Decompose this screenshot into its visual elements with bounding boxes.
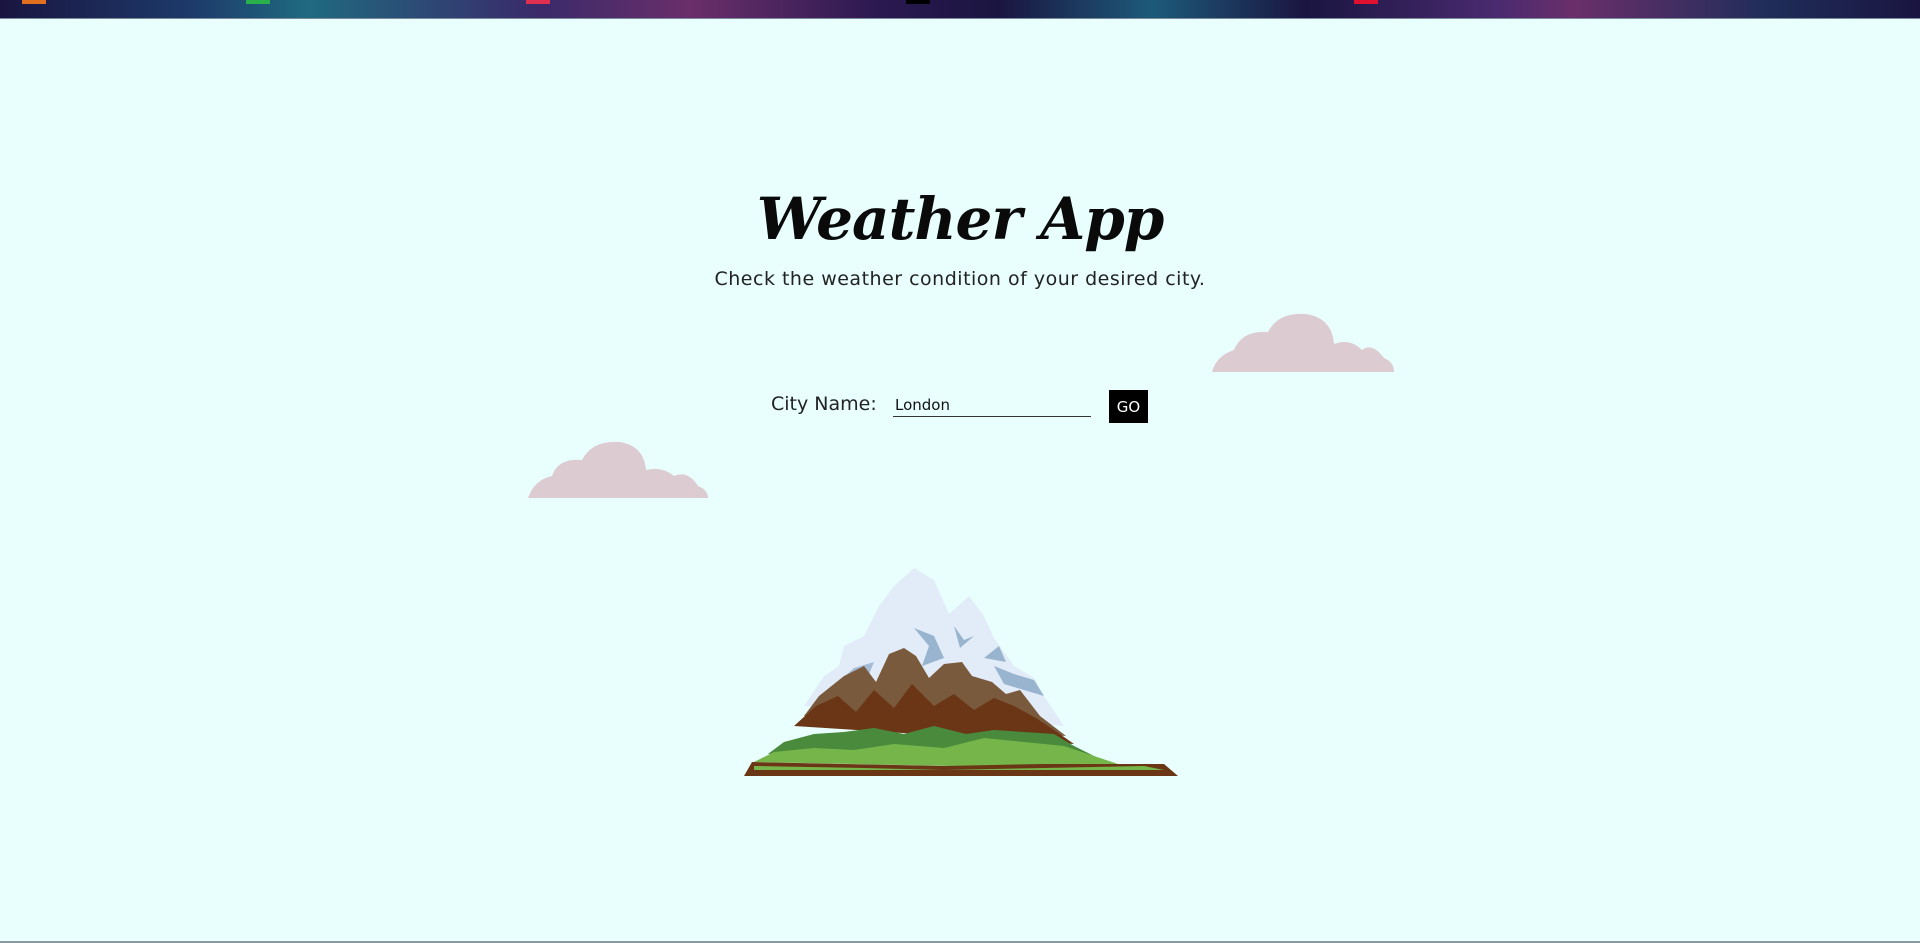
strip-marker	[246, 0, 270, 4]
page-title: Weather App	[756, 185, 1165, 253]
city-name-label: City Name:	[771, 393, 877, 415]
cloud-icon	[1212, 313, 1394, 372]
strip-marker	[906, 0, 930, 4]
strip-marker	[1354, 0, 1378, 4]
strip-marker	[22, 0, 46, 4]
cloud-icon	[528, 441, 708, 498]
go-button[interactable]: GO	[1109, 390, 1148, 423]
strip-marker	[526, 0, 550, 4]
city-name-input[interactable]	[893, 394, 1091, 417]
mountain-illustration	[744, 568, 1178, 776]
page-subtitle: Check the weather condition of your desi…	[714, 268, 1206, 290]
browser-top-strip	[0, 0, 1920, 19]
